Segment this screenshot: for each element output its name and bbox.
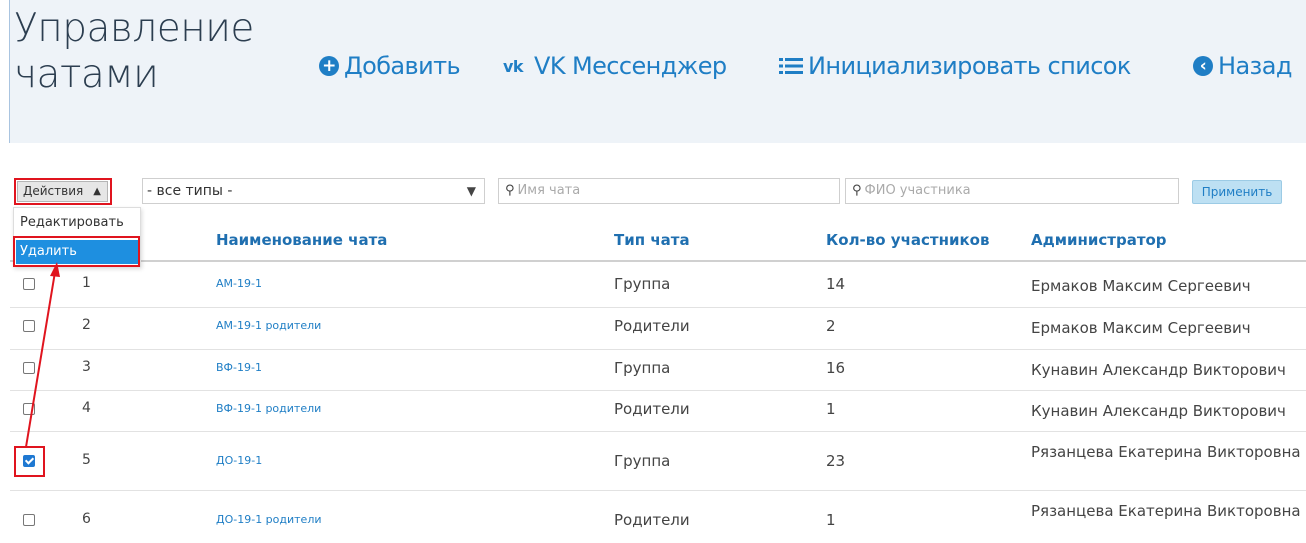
row-number: 2 [82,317,91,333]
chevron-down-icon: ▼ [466,184,476,198]
member-count: 1 [826,400,836,418]
add-label: Добавить [344,52,461,80]
row-divider [10,490,1306,491]
arrow-left-circle-icon: ‹ [1193,56,1213,76]
admin-name: Кунавин Александр Викторович [1031,402,1286,420]
row-divider [10,307,1306,308]
table-header-divider [10,260,1306,262]
vk-logo-icon: vk [503,58,529,74]
row-checkbox[interactable] [23,403,35,415]
row-checkbox[interactable] [23,514,35,526]
chat-type-value: - все типы - [147,183,233,199]
chat-name-placeholder: Имя чата [517,183,581,198]
chat-name-link[interactable]: ДО-19-1 родители [216,513,322,526]
column-header-type[interactable]: Тип чата [614,231,690,249]
page-title: Управление чатами [14,6,254,97]
chat-type: Родители [614,511,690,529]
row-divider [10,349,1306,350]
menu-item-edit[interactable]: Редактировать [20,215,124,230]
admin-name: Кунавин Александр Викторович [1031,361,1286,379]
admin-name: Рязанцева Екатерина Викторовна [1031,502,1301,520]
highlight-delete [13,236,140,267]
plus-circle-icon: + [319,56,339,76]
row-checkbox[interactable] [23,278,35,290]
chat-type: Группа [614,452,671,470]
chat-type: Родители [614,317,690,335]
back-button[interactable]: ‹ Назад [1193,49,1292,83]
highlight-checkbox [14,446,45,477]
chat-type: Группа [614,275,671,293]
chat-type: Родители [614,400,690,418]
row-number: 3 [82,359,91,375]
list-icon [779,56,803,76]
member-count: 16 [826,359,846,377]
init-list-label: Инициализировать список [808,52,1131,80]
search-icon: ⚲ [505,183,515,198]
member-count: 14 [826,275,846,293]
chat-name-link[interactable]: ВФ-19-1 [216,361,262,374]
add-button[interactable]: + Добавить [319,49,461,83]
search-icon: ⚲ [852,183,862,198]
member-count: 2 [826,317,836,335]
vk-messenger-button[interactable]: vk VK Мессенджер [503,49,727,83]
admin-name: Ермаков Максим Сергеевич [1031,319,1251,337]
row-checkbox[interactable] [23,320,35,332]
chat-name-link[interactable]: ДО-19-1 [216,454,262,467]
vk-label: VK Мессенджер [534,52,727,80]
chat-type: Группа [614,359,671,377]
column-header-count[interactable]: Кол-во участников [826,231,989,249]
member-name-placeholder: ФИО участника [864,183,971,198]
member-name-input[interactable]: ⚲ ФИО участника [845,178,1179,204]
chat-name-link[interactable]: ВФ-19-1 родители [216,402,321,415]
row-number: 6 [82,511,91,527]
row-divider [10,390,1306,391]
column-header-admin[interactable]: Администратор [1031,231,1167,249]
svg-text:vk: vk [503,58,524,74]
chat-name-link[interactable]: АМ-19-1 родители [216,319,321,332]
init-list-button[interactable]: Инициализировать список [779,49,1131,83]
highlight-actions [14,178,112,205]
chat-name-input[interactable]: ⚲ Имя чата [498,178,840,204]
admin-name: Рязанцева Екатерина Викторовна [1031,443,1301,461]
admin-name: Ермаков Максим Сергеевич [1031,277,1251,295]
chat-type-select[interactable]: - все типы - ▼ [142,178,485,204]
row-checkbox[interactable] [23,362,35,374]
row-number: 5 [82,452,91,468]
chat-name-link[interactable]: АМ-19-1 [216,277,262,290]
header-border [9,0,10,143]
member-count: 1 [826,511,836,529]
row-number: 1 [82,275,91,291]
apply-button[interactable]: Применить [1192,180,1282,204]
member-count: 23 [826,452,846,470]
row-number: 4 [82,400,91,416]
column-header-name[interactable]: Наименование чата [216,231,387,249]
row-divider [10,431,1306,432]
back-label: Назад [1218,52,1292,80]
